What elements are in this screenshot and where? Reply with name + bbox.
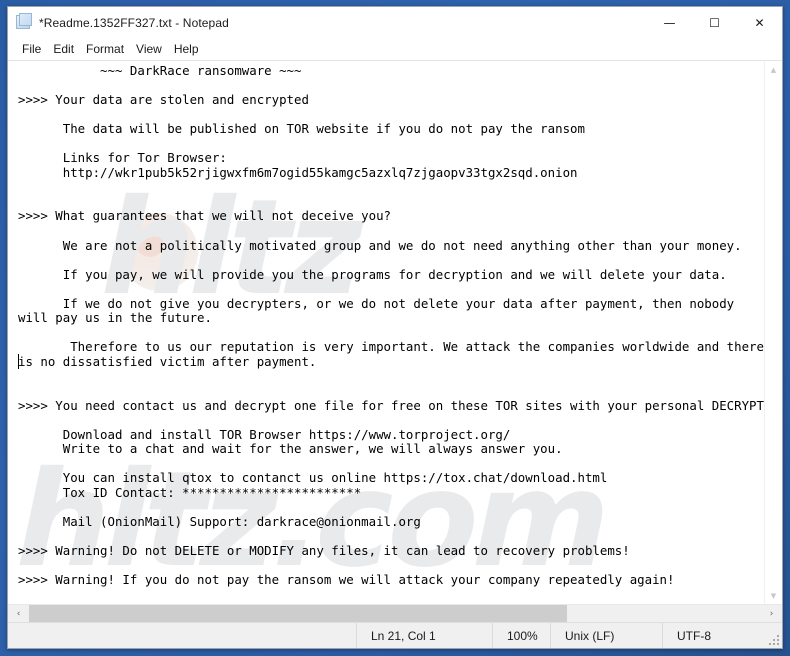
text-line: Links for Tor Browser: <box>18 150 227 166</box>
text-line: >>>> Warning! Do not DELETE or MODIFY an… <box>18 543 630 559</box>
text-line <box>18 559 764 574</box>
text-line <box>18 530 764 545</box>
menu-item-file[interactable]: File <box>16 40 47 58</box>
text-line: >>>> Warning! If you do not pay the rans… <box>18 572 675 588</box>
text-line <box>18 384 764 399</box>
notepad-window: *Readme.1352FF327.txt - Notepad — ☐ ✕ Fi… <box>7 6 783 649</box>
text-line: Therefore to us our reputation is very i… <box>18 339 764 355</box>
text-line: >>>> What guarantees that we will not de… <box>18 208 391 224</box>
text-line <box>18 137 764 152</box>
window-controls: — ☐ ✕ <box>647 7 782 38</box>
text-line: >>>> You need contact us and decrypt one… <box>18 397 764 413</box>
status-encoding[interactable]: UTF-8 <box>662 623 766 648</box>
text-line: Write to a chat and wait for the answer,… <box>18 441 563 457</box>
menu-item-help[interactable]: Help <box>168 40 205 58</box>
text-line <box>18 500 764 515</box>
text-content: ~~~ DarkRace ransomware ~~~ >>>> Your da… <box>8 63 764 588</box>
status-bar: Ln 21, Col 1 100% Unix (LF) UTF-8 <box>8 622 782 648</box>
status-line-column[interactable]: Ln 21, Col 1 <box>356 623 492 648</box>
resize-grip-icon[interactable] <box>766 623 782 648</box>
text-line: Download and install TOR Browser https:/… <box>18 426 511 442</box>
text-line: http://wkr1pub5k52rjigwxfm6m7ogid55kamgc… <box>18 164 578 180</box>
text-line: We are not a politically motivated group… <box>18 237 742 253</box>
text-line <box>18 326 764 341</box>
text-line: If we do not give you decrypters, or we … <box>18 295 735 311</box>
text-line <box>18 180 764 195</box>
screen-root: *Readme.1352FF327.txt - Notepad — ☐ ✕ Fi… <box>0 0 790 656</box>
text-caret <box>18 354 19 369</box>
text-line <box>18 79 764 94</box>
menu-bar: File Edit Format View Help <box>8 38 782 61</box>
text-editor[interactable]: hltz hltz.com ~~~ DarkRace ransomware ~~… <box>8 61 764 604</box>
menu-item-edit[interactable]: Edit <box>47 40 80 58</box>
text-line <box>18 195 764 210</box>
editor-area: hltz hltz.com ~~~ DarkRace ransomware ~~… <box>8 61 782 622</box>
maximize-button[interactable]: ☐ <box>692 7 737 38</box>
vertical-scroll-thumb[interactable] <box>765 78 782 587</box>
text-line <box>18 282 764 297</box>
text-line: You can install qtox to contanct us onli… <box>18 470 608 486</box>
scroll-left-arrow-icon[interactable]: ‹ <box>8 605 29 622</box>
minimize-icon: — <box>663 15 676 30</box>
text-line: >>>> Your data are stolen and encrypted <box>18 92 309 108</box>
text-line: will pay us in the future. <box>18 310 212 326</box>
horizontal-scrollbar[interactable]: ‹ › <box>8 604 782 622</box>
text-line: ~~~ DarkRace ransomware ~~~ <box>18 63 302 78</box>
close-button[interactable]: ✕ <box>737 7 782 38</box>
text-line: Tox ID Contact: ************************ <box>18 484 362 500</box>
title-bar: *Readme.1352FF327.txt - Notepad — ☐ ✕ <box>8 7 782 38</box>
notepad-document-icon <box>16 12 32 31</box>
vertical-scroll-track[interactable] <box>765 78 782 587</box>
minimize-button[interactable]: — <box>647 7 692 38</box>
close-icon: ✕ <box>754 15 765 30</box>
text-line <box>18 369 764 384</box>
status-zoom-level[interactable]: 100% <box>492 623 550 648</box>
text-line: If you pay, we will provide you the prog… <box>18 266 727 282</box>
text-line <box>18 224 764 239</box>
scroll-up-arrow-icon[interactable]: ▲ <box>765 61 782 78</box>
window-title: *Readme.1352FF327.txt - Notepad <box>39 15 229 30</box>
text-line: is no dissatisfied victim after payment. <box>18 353 317 369</box>
text-line <box>18 413 764 428</box>
text-line <box>18 253 764 268</box>
maximize-icon: ☐ <box>709 15 720 30</box>
horizontal-scroll-track[interactable] <box>29 605 761 622</box>
horizontal-scroll-thumb[interactable] <box>29 605 568 622</box>
text-line <box>18 108 764 123</box>
text-line <box>18 457 764 472</box>
vertical-scrollbar[interactable]: ▲ ▼ <box>764 61 782 604</box>
scroll-down-arrow-icon[interactable]: ▼ <box>765 587 782 604</box>
status-line-ending[interactable]: Unix (LF) <box>550 623 662 648</box>
scroll-right-arrow-icon[interactable]: › <box>761 605 782 622</box>
menu-item-view[interactable]: View <box>130 40 168 58</box>
menu-item-format[interactable]: Format <box>80 40 130 58</box>
editor-row: hltz hltz.com ~~~ DarkRace ransomware ~~… <box>8 61 782 604</box>
text-line: The data will be published on TOR websit… <box>18 121 585 137</box>
text-line: Mail (OnionMail) Support: darkrace@onion… <box>18 513 421 529</box>
